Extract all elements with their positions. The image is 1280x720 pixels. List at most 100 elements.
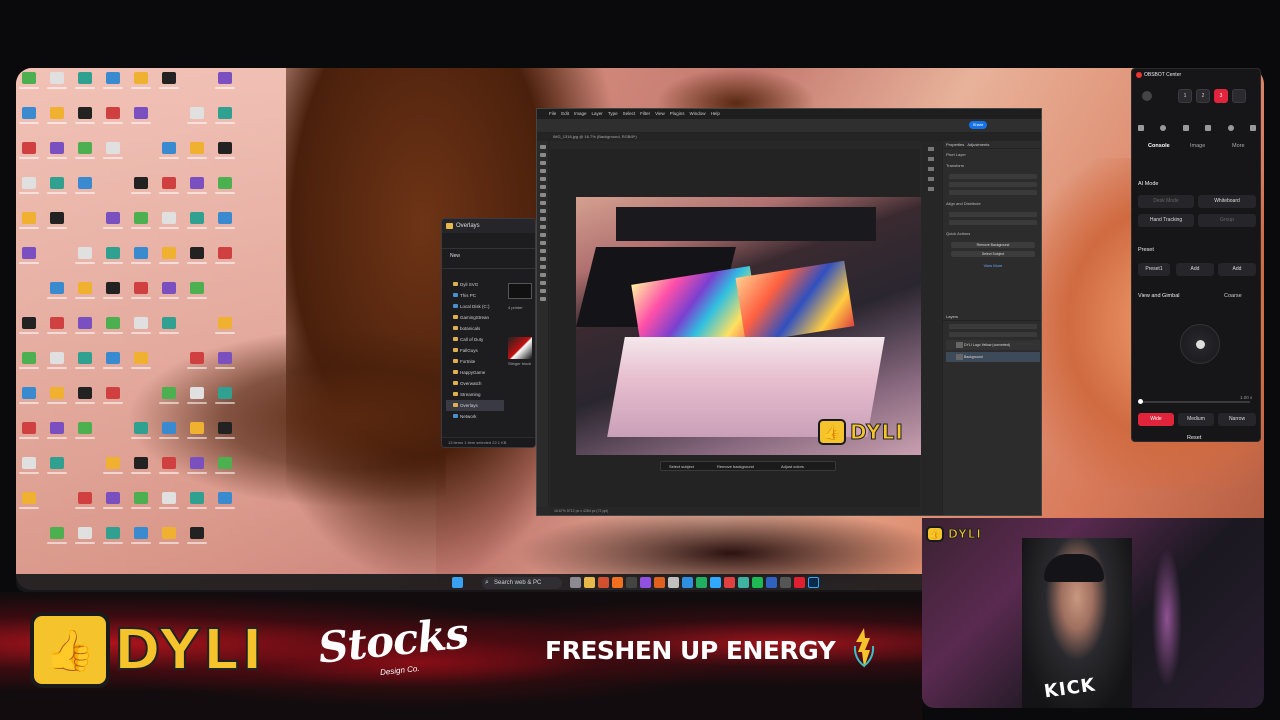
dodge-tool-icon[interactable] <box>539 249 546 253</box>
tree-item[interactable]: Local Disk (C:) <box>446 301 504 312</box>
desktop-shortcut-icon[interactable] <box>128 352 154 384</box>
desktop-shortcut-icon[interactable] <box>156 492 182 524</box>
app-icon[interactable] <box>738 577 749 588</box>
desktop-shortcut-icon[interactable] <box>100 107 126 139</box>
desktop-shortcut-icon[interactable] <box>72 282 98 314</box>
app-icon[interactable] <box>668 577 679 588</box>
desktop-shortcut-icon[interactable] <box>44 457 70 489</box>
desktop-shortcut-icon[interactable] <box>44 107 70 139</box>
desktop-shortcut-icon[interactable] <box>212 317 238 349</box>
view-more-link[interactable]: View More <box>943 260 1041 271</box>
layer-row[interactable]: DYLI Logo Yellow (converted) <box>946 340 1040 350</box>
add-preset-button[interactable]: Add <box>1218 263 1256 276</box>
tree-item[interactable]: botanicals <box>446 323 504 334</box>
desktop-shortcut-icon[interactable] <box>16 72 42 104</box>
desktop-shortcut-icon[interactable] <box>44 352 70 384</box>
desktop-shortcut-icon[interactable] <box>100 142 126 174</box>
group-button[interactable]: Group <box>1198 214 1256 227</box>
desktop-shortcut-icon[interactable] <box>184 387 210 419</box>
desktop-shortcut-icon[interactable] <box>128 527 154 559</box>
dyli-logo-layer[interactable]: 👍 DYLI <box>818 417 916 447</box>
desktop-shortcut-icon[interactable] <box>184 492 210 524</box>
desktop-shortcut-icon[interactable] <box>100 387 126 419</box>
new-button[interactable]: New <box>450 253 460 259</box>
desktop-shortcut-icon[interactable] <box>72 422 98 454</box>
ps-menu-edit[interactable]: Edit <box>561 111 569 116</box>
desktop-shortcut-icon[interactable] <box>156 387 182 419</box>
desktop-shortcut-icon[interactable] <box>72 527 98 559</box>
desktop-shortcut-icon[interactable] <box>100 247 126 279</box>
ps-menu-help[interactable]: Help <box>711 111 720 116</box>
desktop-shortcut-icon[interactable] <box>156 317 182 349</box>
ps-menu-filter[interactable]: Filter <box>640 111 650 116</box>
desktop-shortcut-icon[interactable] <box>100 492 126 524</box>
start-icon[interactable] <box>452 577 463 588</box>
app-icon[interactable] <box>766 577 777 588</box>
app-icon[interactable] <box>724 577 735 588</box>
file-thumbnail[interactable] <box>508 337 532 359</box>
photoshop-icon[interactable] <box>808 577 819 588</box>
desktop-shortcut-icon[interactable] <box>212 72 238 104</box>
app-icon[interactable] <box>794 577 805 588</box>
desktop-shortcut-icon[interactable] <box>128 177 154 209</box>
desktop-shortcut-icon[interactable] <box>16 142 42 174</box>
desktop-shortcut-icon[interactable] <box>72 142 98 174</box>
tree-item-selected[interactable]: Overlays <box>446 400 504 411</box>
gradient-tool-icon[interactable] <box>539 233 546 237</box>
desktop-shortcut-icon[interactable] <box>16 317 42 349</box>
preset-1-button[interactable]: 1 <box>1178 89 1192 103</box>
desktop-shortcut-icon[interactable] <box>156 177 182 209</box>
desktop-shortcut-icon[interactable] <box>44 422 70 454</box>
desktop-shortcut-icon[interactable] <box>128 212 154 244</box>
desktop-shortcut-icon[interactable] <box>212 212 238 244</box>
app-icon[interactable] <box>710 577 721 588</box>
ps-menu-layer[interactable]: Layer <box>592 111 603 116</box>
desktop-shortcut-icon[interactable] <box>72 387 98 419</box>
desktop-shortcut-icon[interactable] <box>44 142 70 174</box>
tree-item[interactable]: FallGuys <box>446 345 504 356</box>
desktop-shortcut-icon[interactable] <box>184 177 210 209</box>
stamp-tool-icon[interactable] <box>539 209 546 213</box>
ps-menu-image[interactable]: Image <box>574 111 587 116</box>
desk-mode-button[interactable]: Desk Mode <box>1138 195 1194 208</box>
desktop-shortcut-icon[interactable] <box>72 492 98 524</box>
path-tool-icon[interactable] <box>539 273 546 277</box>
record-icon[interactable] <box>1205 125 1212 131</box>
desktop-shortcut-icon[interactable] <box>100 317 126 349</box>
gimbal-joystick[interactable] <box>1180 324 1220 364</box>
desktop-shortcut-icon[interactable] <box>16 352 42 384</box>
app-icon[interactable] <box>696 577 707 588</box>
tree-item[interactable]: Call of Duty <box>446 334 504 345</box>
desktop-shortcut-icon[interactable] <box>212 457 238 489</box>
coarse-select[interactable]: Coarse <box>1224 293 1242 299</box>
camera-icon[interactable] <box>1138 125 1144 131</box>
lock-icon[interactable] <box>1249 125 1256 131</box>
tree-item[interactable]: Network <box>446 411 504 422</box>
desktop-shortcut-icon[interactable] <box>212 107 238 139</box>
crop-tool-icon[interactable] <box>539 177 546 181</box>
ps-menu-plugins[interactable]: Plugins <box>670 111 685 116</box>
desktop-shortcut-icon[interactable] <box>212 352 238 384</box>
select-tool-icon[interactable] <box>539 169 546 173</box>
desktop-shortcut-icon[interactable] <box>72 107 98 139</box>
desktop-shortcut-icon[interactable] <box>128 282 154 314</box>
move-tool-icon[interactable] <box>539 145 546 149</box>
eraser-tool-icon[interactable] <box>539 225 546 229</box>
zoom-tool-icon[interactable] <box>539 297 546 301</box>
preset-empty-button[interactable] <box>1232 89 1246 103</box>
desktop-shortcut-icon[interactable] <box>128 247 154 279</box>
tree-item[interactable]: Overwatch <box>446 378 504 389</box>
desktop-shortcut-icon[interactable] <box>16 422 42 454</box>
desktop-shortcut-icon[interactable] <box>184 457 210 489</box>
whiteboard-button[interactable]: Whiteboard <box>1198 195 1256 208</box>
desktop-shortcut-icon[interactable] <box>44 177 70 209</box>
desktop-shortcut-icon[interactable] <box>72 72 98 104</box>
preset-2-button[interactable]: 2 <box>1196 89 1210 103</box>
desktop-shortcut-icon[interactable] <box>128 457 154 489</box>
add-preset-button[interactable]: Add <box>1176 263 1214 276</box>
app-icon[interactable] <box>640 577 651 588</box>
desktop-shortcut-icon[interactable] <box>16 107 42 139</box>
eyedropper-tool-icon[interactable] <box>539 185 546 189</box>
tree-item[interactable]: Streaming <box>446 389 504 400</box>
tab-console[interactable]: Console <box>1148 143 1170 149</box>
